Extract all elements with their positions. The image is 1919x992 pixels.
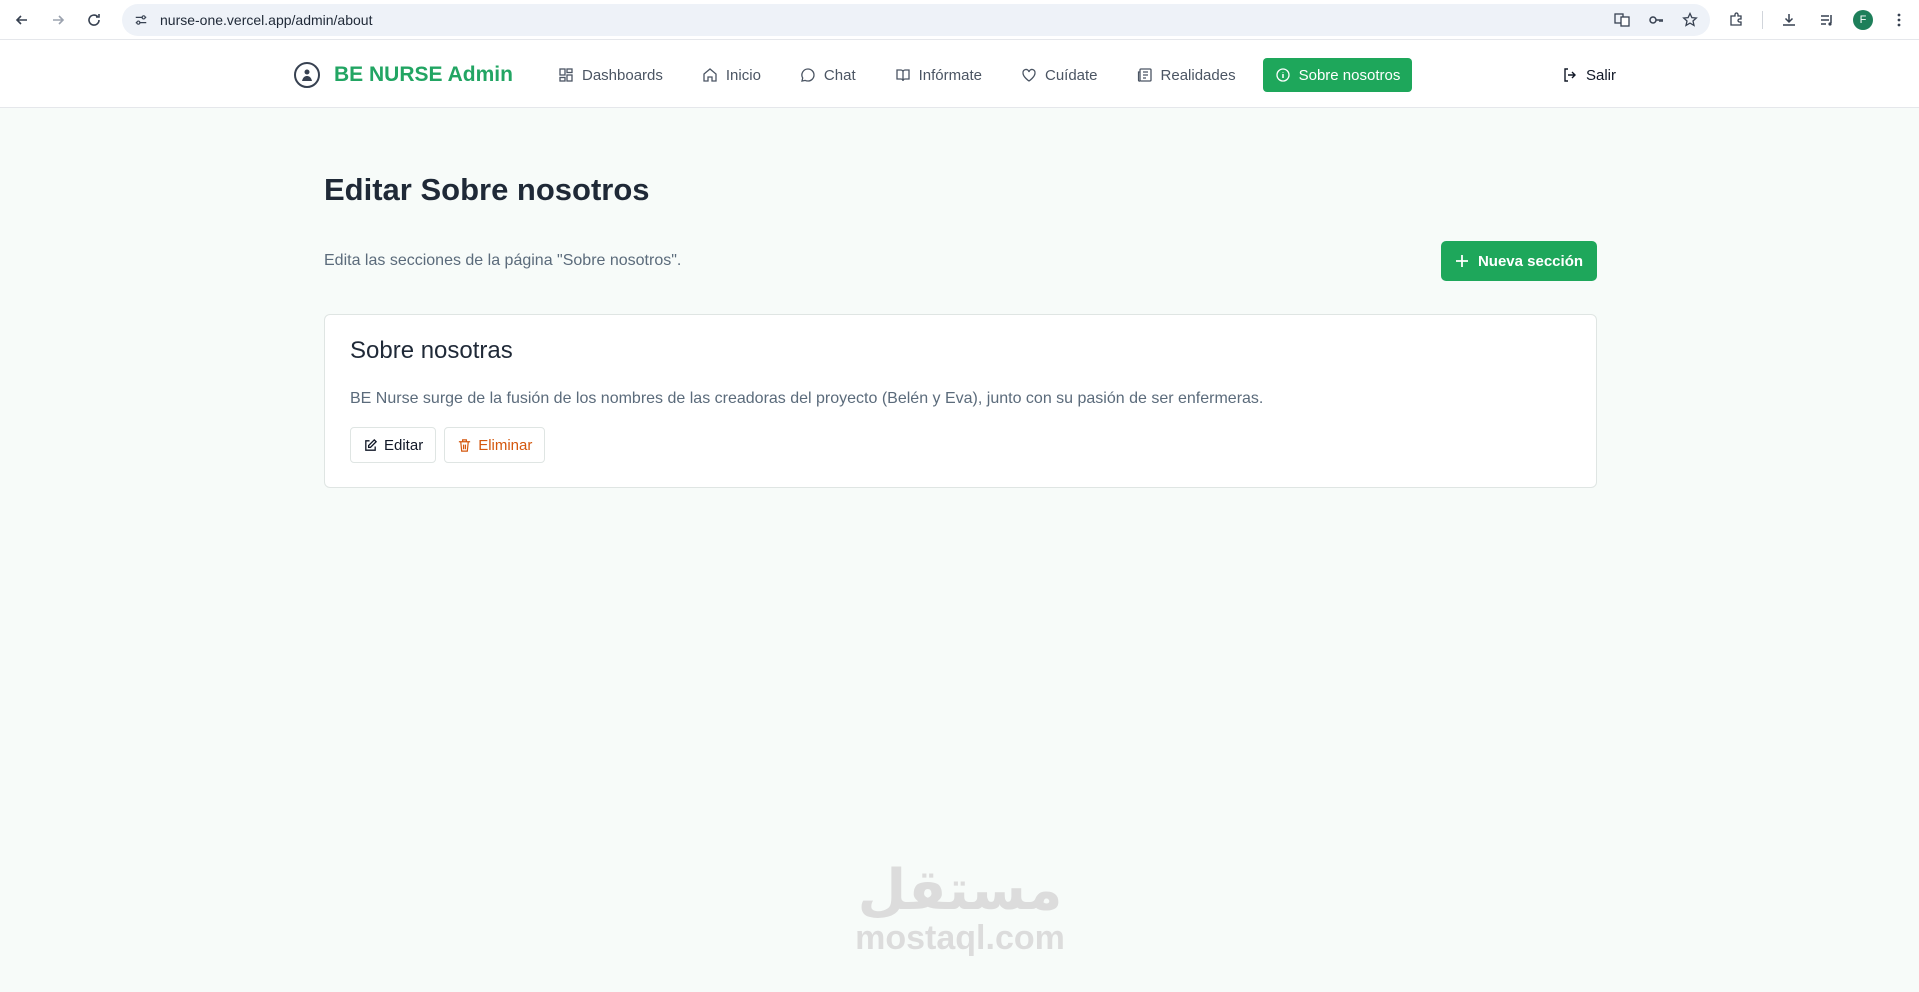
grid-icon (559, 68, 573, 82)
nav-item-label: Dashboards (582, 66, 663, 84)
app-header: BE NURSE Admin Dashboards Inicio Chat In… (0, 40, 1919, 108)
more-menu-icon[interactable] (1887, 6, 1911, 34)
delete-button[interactable]: Eliminar (444, 427, 546, 463)
logout-icon (1564, 68, 1576, 82)
main-nav: Dashboards Inicio Chat Infórmate Cuídate… (546, 58, 1427, 92)
forward-icon[interactable] (44, 6, 72, 34)
nav-item-realidades[interactable]: Realidades (1125, 58, 1248, 92)
page-subtitle: Edita las secciones de la página "Sobre … (324, 252, 682, 269)
toolbar-divider (1762, 11, 1763, 29)
extensions-icon[interactable] (1724, 6, 1748, 34)
edit-button[interactable]: Editar (350, 427, 437, 463)
section-card: Sobre nosotras BE Nurse surge de la fusi… (324, 314, 1597, 488)
watermark: مستقل mostaql.com (840, 858, 1080, 957)
edit-icon (365, 438, 378, 451)
reload-icon[interactable] (80, 6, 108, 34)
book-icon (895, 69, 910, 82)
chat-icon (801, 68, 815, 82)
nav-item-label: Inicio (725, 66, 761, 84)
section-actions: Editar Eliminar (350, 427, 546, 463)
url-text[interactable]: nurse-one.vercel.app/admin/about (160, 12, 372, 28)
nurse-logo-icon (294, 62, 320, 88)
key-icon[interactable] (1646, 10, 1666, 30)
nav-item-label: Infórmate (918, 66, 982, 84)
info-icon (1275, 68, 1290, 82)
trash-icon (459, 438, 471, 452)
logout-button[interactable]: Salir (1562, 58, 1616, 92)
watermark-arabic: مستقل (857, 858, 1063, 923)
watermark-latin: mostaql.com (855, 919, 1065, 957)
section-text: BE Nurse surge de la fusión de los nombr… (350, 390, 1264, 407)
new-section-button[interactable]: Nueva sección (1441, 241, 1597, 281)
plus-icon (1455, 255, 1468, 267)
nav-item-label: Chat (823, 66, 856, 84)
nav-item-chat[interactable]: Chat (788, 58, 868, 92)
media-queue-icon[interactable] (1815, 6, 1839, 34)
brand[interactable]: BE NURSE Admin (294, 62, 513, 88)
nav-item-label: Cuídate (1044, 66, 1098, 84)
nav-item-cuidate[interactable]: Cuídate (1009, 58, 1110, 92)
nav-item-label: Realidades (1160, 66, 1236, 84)
edit-label: Editar (384, 436, 424, 454)
new-section-label: Nueva sección (1477, 252, 1584, 270)
nav-item-informate[interactable]: Infórmate (883, 58, 994, 92)
nav-item-sobre-nosotros[interactable]: Sobre nosotros (1262, 58, 1413, 92)
browser-toolbar: nurse-one.vercel.app/admin/about F (0, 0, 1919, 40)
nav-item-dashboards[interactable]: Dashboards (546, 58, 675, 92)
section-title: Sobre nosotras (350, 337, 513, 364)
delete-label: Eliminar (478, 436, 533, 454)
translate-icon[interactable] (1612, 10, 1632, 30)
logout-label: Salir (1586, 66, 1617, 84)
nav-item-label: Sobre nosotros (1298, 66, 1401, 84)
newspaper-icon (1137, 68, 1152, 82)
nav-item-inicio[interactable]: Inicio (690, 58, 773, 92)
home-icon (703, 68, 717, 82)
profile-avatar[interactable]: F (1853, 10, 1873, 30)
brand-name: BE NURSE Admin (334, 63, 513, 86)
page-title: Editar Sobre nosotros (324, 172, 650, 207)
heart-icon (1022, 68, 1036, 82)
address-bar[interactable]: nurse-one.vercel.app/admin/about (122, 4, 1710, 36)
download-icon[interactable] (1777, 6, 1801, 34)
bookmark-star-icon[interactable] (1680, 10, 1700, 30)
back-icon[interactable] (8, 6, 36, 34)
site-settings-icon[interactable] (132, 11, 150, 29)
